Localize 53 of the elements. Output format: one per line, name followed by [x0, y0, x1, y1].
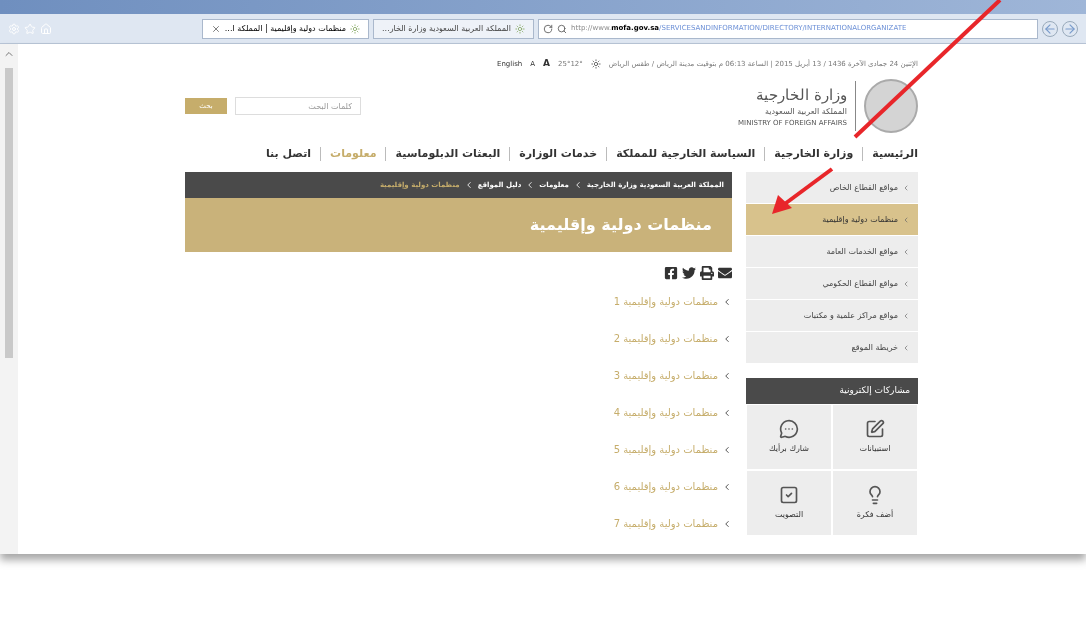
search-icon[interactable] — [557, 23, 567, 34]
facebook-icon[interactable] — [664, 266, 678, 280]
sidebar-item[interactable]: خريطة الموقع — [746, 332, 918, 364]
ministry-logo-subtitle: المملكة العربية السعودية — [764, 106, 847, 118]
sidebar-item[interactable]: منظمات دولية وإقليمية — [746, 204, 918, 236]
nav-link[interactable]: خدمات الوزارة — [519, 145, 598, 163]
nav-link[interactable]: اتصل بنا — [265, 145, 312, 163]
chevron-icon — [722, 333, 732, 344]
star-icon[interactable] — [24, 22, 36, 35]
chevron-icon — [722, 481, 732, 492]
chevron-icon — [902, 311, 910, 320]
participation-header: مشاركات إلكترونية — [746, 378, 918, 404]
chevron-icon — [722, 518, 732, 529]
page-title-banner: منظمات دولية وإقليمية — [185, 198, 732, 252]
nav-link[interactable]: وزارة الخارجية — [774, 145, 854, 163]
refresh-icon[interactable] — [543, 23, 553, 34]
chevron-icon — [722, 407, 732, 418]
chevron-icon — [902, 247, 910, 256]
emblem-drawing — [864, 79, 918, 133]
speech-bubble-icon — [779, 419, 799, 439]
close-icon[interactable] — [210, 23, 221, 34]
browser-tab[interactable]: منظمات دولية وإقليمية | المملكة ا... — [201, 18, 370, 39]
twitter-icon[interactable] — [682, 266, 696, 280]
chevron-icon — [902, 279, 910, 288]
chevron-icon — [902, 183, 910, 192]
chevron-icon — [722, 296, 732, 307]
chevron-icon — [902, 215, 910, 224]
participation-tile[interactable]: التصويت — [746, 470, 832, 536]
participation-tile[interactable]: استبيانات — [832, 404, 918, 470]
print-icon[interactable] — [700, 266, 714, 280]
sidebar-item[interactable]: مواقع مراكز علمية و مكتبات — [746, 300, 918, 332]
participation-tile[interactable]: أضف فكرة — [832, 470, 918, 536]
scroll-thumb[interactable] — [5, 68, 13, 358]
sidebar-item[interactable]: مواقع القطاع الحكومي — [746, 268, 918, 300]
browser-tab[interactable]: المملكة العربية السعودية وزارة الخار... — [373, 18, 534, 39]
scrollbar[interactable] — [0, 44, 18, 554]
settings-icon[interactable] — [8, 22, 20, 35]
chevron-icon — [902, 343, 910, 352]
search-field[interactable]: كلمات البحث — [235, 97, 361, 115]
home-icon[interactable] — [40, 22, 52, 35]
nav-link[interactable]: الرئيسية — [872, 145, 918, 163]
font-size-large[interactable]: A — [543, 57, 550, 71]
mail-icon[interactable] — [718, 266, 732, 280]
sidebar-item[interactable]: مواقع الخدمات العامة — [746, 236, 918, 268]
chevron-icon — [722, 370, 732, 381]
ministry-logo-title: وزارة الخارجية — [756, 84, 847, 106]
pen-square-icon — [865, 419, 885, 439]
sun-icon — [590, 59, 601, 69]
nav-link[interactable]: البعثات الدبلوماسية — [395, 145, 501, 163]
chevron-icon — [722, 444, 732, 455]
nav-link[interactable]: السياسة الخارجية للمملكة — [616, 145, 756, 163]
participation-tile[interactable]: شارك برأيك — [746, 404, 832, 470]
checkbox-icon — [779, 485, 799, 505]
